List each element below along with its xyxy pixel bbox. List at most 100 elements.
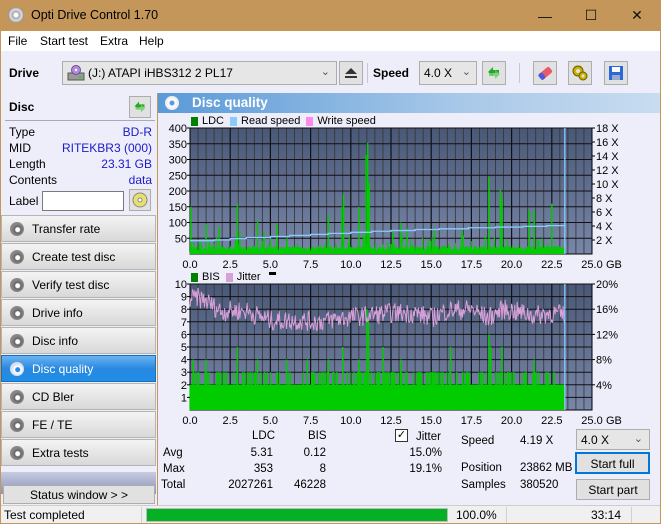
col-bis-header: BIS xyxy=(308,430,327,442)
disc-mid-value: RITEKBR3 (000) xyxy=(61,141,152,155)
x-tick-label: 0.0 xyxy=(182,259,197,271)
disc-test-icon xyxy=(10,362,24,376)
nav-item-label: Create test disc xyxy=(32,250,116,264)
settings-button[interactable] xyxy=(568,61,592,85)
menu-help[interactable]: Help xyxy=(139,34,164,48)
x-axis-unit: GB xyxy=(606,415,622,427)
y-tick-label: 3 xyxy=(181,367,187,379)
nav-item-verify-test-disc[interactable]: Verify test disc xyxy=(1,271,156,298)
avg-jitter: 15.0% xyxy=(409,447,442,459)
y-tick-label: 7 xyxy=(181,317,187,329)
sidebar: Disc Type BD-R MID RITEKBR3 (000) Length 23… xyxy=(1,93,157,505)
y-tick-label: 100 xyxy=(169,218,187,230)
max-label: Max xyxy=(163,463,185,475)
refresh-icon xyxy=(134,101,146,113)
nav-item-label: Drive info xyxy=(32,306,83,320)
nav-item-drive-info[interactable]: Drive info xyxy=(1,299,156,326)
y2-tick-label: 2 X xyxy=(596,235,613,247)
nav-item-label: Disc quality xyxy=(32,362,94,376)
nav-item-transfer-rate[interactable]: Transfer rate xyxy=(1,215,156,242)
save-icon xyxy=(609,66,623,80)
nav-item-label: Verify test disc xyxy=(32,278,110,292)
x-tick-label: 5.0 xyxy=(263,415,278,427)
jitter-checkbox[interactable]: ✓ xyxy=(395,429,408,442)
x-tick-label: 22.5 xyxy=(541,415,562,427)
title-bar: Opti Drive Control 1.70 — ☐ ✕ xyxy=(0,0,661,31)
speed-value: 4.0 X xyxy=(424,66,453,80)
y2-tick-label: 18 X xyxy=(596,124,619,135)
close-icon: ✕ xyxy=(631,7,643,23)
label-input[interactable] xyxy=(42,191,124,211)
start-full-button[interactable]: Start full xyxy=(575,452,650,474)
nav-item-create-test-disc[interactable]: Create test disc xyxy=(1,243,156,270)
x-tick-label: 15.0 xyxy=(420,259,441,271)
nav-item-disc-info[interactable]: Disc info xyxy=(1,327,156,354)
x-axis-unit: GB xyxy=(606,259,622,271)
erase-button[interactable] xyxy=(533,61,557,85)
y-tick-label: 9 xyxy=(181,292,187,304)
disc-header: Disc xyxy=(1,93,157,121)
y2-tick-label: 20% xyxy=(596,280,618,291)
status-window-button[interactable]: Status window > > xyxy=(3,485,155,504)
menu-file[interactable]: File xyxy=(8,34,27,48)
y2-tick-label: 8% xyxy=(596,355,612,367)
y-tick-label: 200 xyxy=(169,186,187,198)
x-tick-label: 17.5 xyxy=(461,415,482,427)
drive-icon xyxy=(67,65,85,81)
x-tick-label: 17.5 xyxy=(461,259,482,271)
x-tick-label: 5.0 xyxy=(263,259,278,271)
x-tick-label: 12.5 xyxy=(380,259,401,271)
x-tick-label: 20.0 xyxy=(501,259,522,271)
y2-tick-label: 4% xyxy=(596,380,612,392)
y2-tick-label: 6 X xyxy=(596,207,613,219)
x-tick-label: 2.5 xyxy=(223,415,238,427)
x-tick-label: 10.0 xyxy=(340,415,361,427)
disc-mid-key: MID xyxy=(9,141,31,155)
jitter-label: Jitter xyxy=(416,431,441,443)
disc-mid-row: MID RITEKBR3 (000) xyxy=(9,141,152,157)
speed-stat-value: 4.19 X xyxy=(520,435,554,447)
y2-tick-label: 10 X xyxy=(596,179,619,191)
start-part-button[interactable]: Start part xyxy=(576,479,650,500)
max-bis: 8 xyxy=(319,463,326,475)
y-tick-label: 6 xyxy=(181,329,187,341)
divider xyxy=(141,507,142,523)
test-speed-select[interactable]: 4.0 X ⌄ xyxy=(576,429,650,450)
disc-quality-panel: Disc quality LDC Read speed Write speed … xyxy=(158,93,660,505)
y-tick-label: 8 xyxy=(181,304,187,316)
save-button[interactable] xyxy=(604,61,628,85)
toolbar-separator xyxy=(519,63,520,83)
y-tick-label: 250 xyxy=(169,170,187,182)
nav-item-disc-quality[interactable]: Disc quality xyxy=(1,355,156,382)
label-key: Label xyxy=(9,194,39,208)
app-window: Opti Drive Control 1.70 — ☐ ✕ File Start… xyxy=(0,0,661,524)
maximize-button[interactable]: ☐ xyxy=(568,0,614,31)
minimize-icon: — xyxy=(538,7,552,24)
progress-percent: 100.0% xyxy=(456,508,497,522)
label-disc-button[interactable] xyxy=(129,189,151,211)
max-jitter: 19.1% xyxy=(409,463,442,475)
nav-item-extra-tests[interactable]: Extra tests xyxy=(1,439,156,466)
nav-item-fe-te[interactable]: FE / TE xyxy=(1,411,156,438)
legend-marker xyxy=(268,271,276,275)
menu-start-test[interactable]: Start test xyxy=(40,34,88,48)
y2-tick-label: 16 X xyxy=(596,137,619,149)
close-button[interactable]: ✕ xyxy=(614,0,660,31)
disc-refresh-button[interactable] xyxy=(129,96,151,118)
y-tick-label: 50 xyxy=(175,233,187,245)
minimize-button[interactable]: — xyxy=(522,0,568,31)
nav-item-label: Disc info xyxy=(32,334,79,348)
drive-value: (J:) ATAPI iHBS312 2 PL17 xyxy=(88,66,233,80)
refresh-speed-button[interactable] xyxy=(482,61,506,85)
drive-select[interactable]: (J:) ATAPI iHBS312 2 PL17 ⌄ xyxy=(62,61,337,85)
menu-extra[interactable]: Extra xyxy=(100,34,128,48)
speed-select[interactable]: 4.0 X ⌄ xyxy=(419,61,477,85)
progress-bar xyxy=(146,508,448,522)
x-tick-label: 7.5 xyxy=(303,259,318,271)
nav-item-cd-bler[interactable]: CD Bler xyxy=(1,383,156,410)
nav-item-label: CD Bler xyxy=(32,390,75,404)
y2-tick-label: 4 X xyxy=(596,221,613,233)
avg-bis: 0.12 xyxy=(303,447,326,459)
y2-tick-label: 12% xyxy=(596,329,618,341)
eject-button[interactable] xyxy=(339,61,363,85)
